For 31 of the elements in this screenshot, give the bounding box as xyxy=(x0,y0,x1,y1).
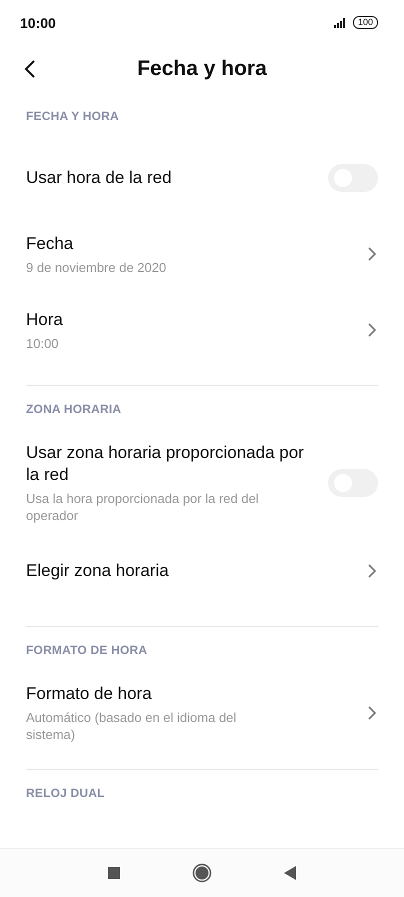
battery-level: 100 xyxy=(352,16,378,29)
signal-icon xyxy=(334,18,348,28)
setting-label: Fecha xyxy=(26,232,74,254)
back-icon xyxy=(24,59,36,79)
setting-value: Usa la hora proporcionada por la red del operador xyxy=(26,490,260,524)
chevron-icon xyxy=(368,706,376,720)
section-header: ZONA HORARIA xyxy=(26,401,122,418)
settings-row[interactable]: Hora 10:00 xyxy=(26,295,378,371)
setting-label: Elegir zona horaria xyxy=(26,560,169,582)
settings-row[interactable]: Formato de hora Automático (basado en el idioma del sistema) xyxy=(26,677,378,755)
chevron-icon xyxy=(368,323,376,337)
section-header: FECHA Y HORA xyxy=(26,108,120,125)
setting-label: Usar hora de la red xyxy=(26,167,172,189)
setting-value: 9 de noviembre de 2020 xyxy=(26,258,166,276)
back-nav-icon[interactable] xyxy=(284,866,296,880)
setting-label: Usar zona horaria proporcionada por la red xyxy=(26,442,305,486)
page-title: Fecha y hora xyxy=(137,57,267,81)
settings-row[interactable]: Usar hora de la red xyxy=(26,143,378,219)
home-icon[interactable] xyxy=(192,863,212,883)
setting-label: Hora xyxy=(26,308,63,330)
section-header: FORMATO DE HORA xyxy=(26,642,148,659)
setting-value: 10:00 xyxy=(26,334,60,352)
settings-row[interactable]: Usar zona horaria proporcionada por la red Usa la hora proporcionada por la red del operador xyxy=(26,436,378,536)
setting-label: Formato de hora xyxy=(26,683,153,705)
section-header: RELOJ DUAL xyxy=(26,785,106,802)
settings-row[interactable]: Elegir zona horaria xyxy=(26,536,378,612)
chevron-icon xyxy=(368,564,376,578)
status-time: 10:00 xyxy=(20,14,56,30)
settings-row[interactable]: Fecha 9 de noviembre de 2020 xyxy=(26,219,378,295)
setting-value: Automático (basado en el idioma del sistema) xyxy=(26,709,238,743)
chevron-icon xyxy=(368,247,376,261)
